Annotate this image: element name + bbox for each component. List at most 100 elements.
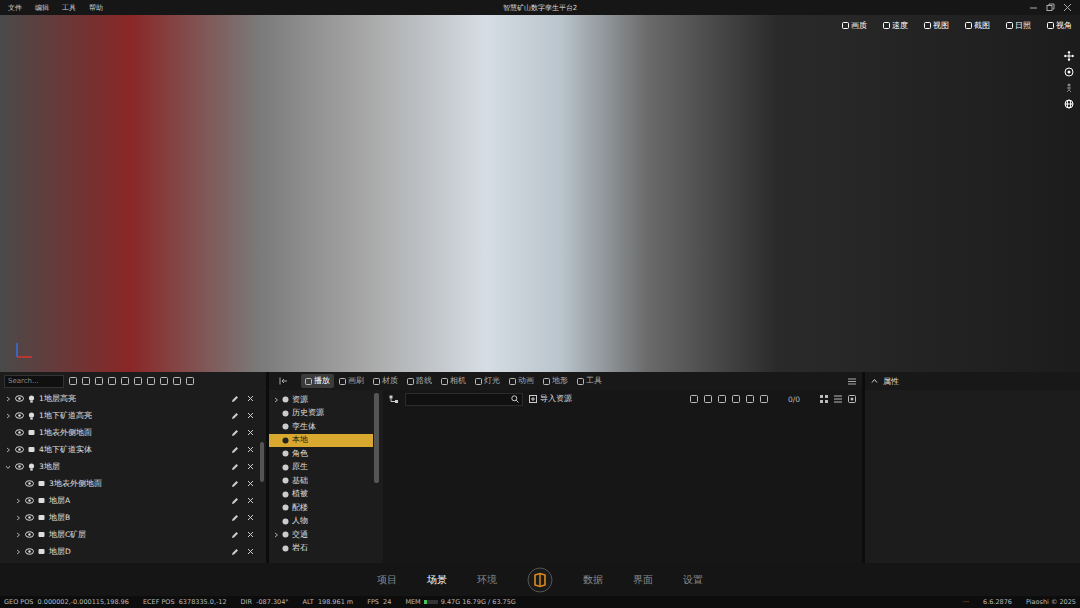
expand-arrow-icon[interactable] [15, 549, 21, 555]
tree-row[interactable]: 4地下矿道实体 [0, 441, 258, 458]
edit-icon[interactable] [231, 480, 239, 488]
delete-icon[interactable] [247, 463, 254, 470]
tree-view-icon[interactable] [389, 395, 399, 404]
asset-tab[interactable]: 材质 [369, 374, 402, 388]
menu-item[interactable]: 编辑 [35, 3, 49, 13]
expand-arrow-icon[interactable] [15, 515, 21, 521]
edit-icon[interactable] [231, 514, 239, 522]
expand-arrow-icon[interactable] [15, 498, 21, 504]
scrollbar[interactable] [374, 393, 379, 483]
eye-icon[interactable] [25, 548, 34, 555]
tree-row[interactable]: 3地表外侧地面 [0, 475, 258, 492]
toolbar-icon[interactable] [186, 377, 194, 385]
eye-icon[interactable] [25, 497, 34, 504]
edit-icon[interactable] [231, 531, 239, 539]
category-item[interactable]: 原生 [269, 461, 373, 475]
tree-row[interactable]: 1地下矿道高亮 [0, 407, 258, 424]
category-item[interactable]: 岩石 [269, 542, 373, 556]
eye-icon[interactable] [15, 446, 24, 453]
asset-tab[interactable]: 动画 [505, 374, 538, 388]
collapse-icon[interactable] [871, 378, 878, 384]
delete-icon[interactable] [247, 446, 254, 453]
toolbar-icon[interactable] [69, 377, 77, 385]
delete-icon[interactable] [247, 531, 254, 538]
minimize-icon[interactable] [1029, 3, 1038, 12]
person-icon[interactable] [1064, 83, 1074, 93]
viewport-button[interactable]: 画质 [840, 19, 869, 32]
edit-icon[interactable] [231, 395, 239, 403]
menu-item[interactable]: 帮助 [89, 3, 103, 13]
asset-tab[interactable]: 灯光 [471, 374, 504, 388]
list-view-icon[interactable] [834, 395, 842, 403]
category-item[interactable]: 孪生体 [269, 420, 373, 434]
category-item[interactable]: 历史资源 [269, 407, 373, 421]
scene-viewport[interactable]: 画质速度视图截图日照视角 [0, 15, 1080, 372]
toolbar-icon[interactable] [147, 377, 155, 385]
search-input[interactable] [4, 375, 64, 388]
edit-icon[interactable] [231, 463, 239, 471]
expand-arrow-icon[interactable] [273, 532, 279, 538]
toolbar-icon[interactable] [732, 395, 740, 403]
toolbar-icon[interactable] [95, 377, 103, 385]
toolbar-icon[interactable] [134, 377, 142, 385]
viewport-button[interactable]: 截图 [963, 19, 992, 32]
move-icon[interactable] [1064, 51, 1074, 61]
eye-icon[interactable] [25, 480, 34, 487]
asset-tab[interactable]: 画刷 [335, 374, 368, 388]
tree-row[interactable]: 地层A [0, 492, 258, 509]
edit-icon[interactable] [231, 446, 239, 454]
eye-icon[interactable] [15, 463, 24, 470]
viewport-button[interactable]: 视角 [1045, 19, 1074, 32]
expand-arrow-icon[interactable] [273, 397, 279, 403]
nav-item[interactable]: 数据 [583, 573, 603, 587]
category-item[interactable]: 配楼 [269, 501, 373, 515]
grid-view-icon[interactable] [820, 395, 828, 403]
nav-item[interactable]: 场景 [427, 573, 447, 587]
toolbar-icon[interactable] [746, 395, 754, 403]
edit-icon[interactable] [231, 412, 239, 420]
category-item[interactable]: 基础 [269, 474, 373, 488]
tree-row[interactable]: 1地层高亮 [0, 390, 258, 407]
viewport-button[interactable]: 速度 [881, 19, 910, 32]
category-item[interactable]: 资源 [269, 393, 373, 407]
list-menu-icon[interactable] [848, 378, 856, 385]
import-button[interactable]: 导入资源 [529, 394, 572, 404]
toolbar-icon[interactable] [718, 395, 726, 403]
nav-item[interactable]: 界面 [633, 573, 653, 587]
expand-arrow-icon[interactable] [5, 447, 11, 453]
asset-search-input[interactable] [405, 393, 523, 406]
category-item[interactable]: 本地 [269, 434, 373, 448]
viewport-button[interactable]: 视图 [922, 19, 951, 32]
category-item[interactable]: 植被 [269, 488, 373, 502]
globe-icon[interactable] [1064, 99, 1074, 109]
category-item[interactable]: 交通 [269, 528, 373, 542]
eye-icon[interactable] [15, 412, 24, 419]
nav-item[interactable]: 设置 [683, 573, 703, 587]
menu-item[interactable]: 工具 [62, 3, 76, 13]
category-item[interactable]: 角色 [269, 447, 373, 461]
tree-row[interactable]: 地层C矿层 [0, 526, 258, 543]
expand-arrow-icon[interactable] [5, 464, 11, 470]
delete-icon[interactable] [247, 429, 254, 436]
tree-row[interactable]: 地层D [0, 543, 258, 560]
delete-icon[interactable] [247, 480, 254, 487]
delete-icon[interactable] [247, 395, 254, 402]
toolbar-icon[interactable] [690, 395, 698, 403]
toolbar-icon[interactable] [760, 395, 768, 403]
edit-icon[interactable] [231, 497, 239, 505]
delete-icon[interactable] [247, 412, 254, 419]
nav-item[interactable]: 环境 [477, 573, 497, 587]
asset-tab[interactable]: 地形 [539, 374, 572, 388]
delete-icon[interactable] [247, 497, 254, 504]
eye-icon[interactable] [15, 395, 24, 402]
eye-icon[interactable] [15, 429, 24, 436]
eye-icon[interactable] [25, 531, 34, 538]
toolbar-icon[interactable] [121, 377, 129, 385]
more-indicator[interactable]: ··· [963, 598, 969, 606]
tree-row[interactable]: 3地层 [0, 458, 258, 475]
toolbar-icon[interactable] [160, 377, 168, 385]
asset-tab[interactable]: 相机 [437, 374, 470, 388]
edit-icon[interactable] [231, 429, 239, 437]
sidebar-toggle-icon[interactable] [279, 377, 288, 385]
tree-row[interactable]: 地层B [0, 509, 258, 526]
